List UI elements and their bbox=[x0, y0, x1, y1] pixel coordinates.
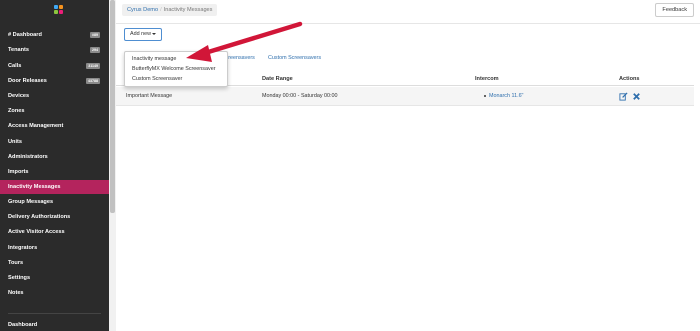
intercom-link[interactable]: Monarch 11.6" bbox=[489, 93, 523, 99]
sidebar-item[interactable]: Imports bbox=[0, 165, 109, 179]
sidebar-item[interactable]: Active Visitor Access bbox=[0, 225, 109, 239]
sidebar-item-label: Notes bbox=[8, 290, 24, 296]
sidebar-item-label: Door Releases bbox=[8, 78, 47, 84]
sidebar-item[interactable]: Administrators bbox=[0, 150, 109, 164]
sidebar-footer-dashboard[interactable]: Dashboard bbox=[0, 318, 109, 331]
add-new-dropdown-menu: Inactivity message ButterflyMX Welcome S… bbox=[124, 51, 228, 87]
tab-custom-screensavers[interactable]: Custom Screensavers bbox=[268, 55, 321, 61]
sidebar-item[interactable]: Integrators bbox=[0, 241, 109, 255]
sidebar-item-label: Zones bbox=[8, 108, 25, 114]
feedback-button[interactable]: Feedback bbox=[655, 3, 694, 17]
menu-item-inactivity-message[interactable]: Inactivity message bbox=[125, 54, 227, 64]
breadcrumb-separator: / bbox=[160, 7, 162, 13]
sidebar-item[interactable]: Access Management bbox=[0, 119, 109, 133]
sidebar-item[interactable]: Door Releases 43788 bbox=[0, 74, 109, 88]
caret-down-icon bbox=[151, 32, 156, 35]
sidebar-item[interactable]: Group Messages bbox=[0, 195, 109, 209]
sidebar-item[interactable]: Tenants 294 bbox=[0, 43, 109, 57]
table-row: Important Message Monday 00:00 - Saturda… bbox=[116, 87, 694, 106]
cell-intercom: Monarch 11.6" bbox=[484, 93, 523, 99]
sidebar-item-label: Delivery Authorizations bbox=[8, 214, 71, 220]
sidebar-item[interactable]: Tours bbox=[0, 256, 109, 270]
menu-item-butterflymx-welcome-screensaver[interactable]: ButterflyMX Welcome Screensaver bbox=[125, 64, 227, 74]
column-header-actions: Actions bbox=[619, 76, 640, 82]
sidebar-item-label: Administrators bbox=[8, 154, 48, 160]
sidebar-item[interactable]: Zones bbox=[0, 104, 109, 118]
count-badge: #89 bbox=[90, 32, 100, 38]
sidebar-item-label: Access Management bbox=[8, 123, 64, 129]
sidebar-item-label: Inactivity Messages bbox=[8, 184, 61, 190]
sidebar-scrollbar-thumb[interactable] bbox=[110, 0, 115, 213]
edit-icon[interactable] bbox=[619, 92, 628, 101]
sidebar-item-label: Integrators bbox=[8, 245, 38, 251]
breadcrumb-current: Inactivity Messages bbox=[163, 7, 213, 13]
add-new-button[interactable]: Add new bbox=[124, 28, 162, 41]
sidebar-item-label: Imports bbox=[8, 169, 29, 175]
count-badge: 31149 bbox=[86, 63, 100, 69]
delete-icon[interactable] bbox=[632, 92, 641, 101]
sidebar-item[interactable]: Calls 31149 bbox=[0, 59, 109, 73]
sidebar-item[interactable]: Inactivity Messages bbox=[0, 180, 109, 194]
cell-message: Important Message bbox=[126, 93, 173, 99]
add-new-label: Add new bbox=[130, 31, 151, 37]
bullet-icon bbox=[484, 94, 486, 97]
breadcrumb-root[interactable]: Cyrus Demo bbox=[127, 7, 158, 13]
sidebar-item-label: Settings bbox=[8, 275, 31, 281]
column-header-intercom: Intercom bbox=[475, 76, 499, 82]
count-badge: 294 bbox=[90, 47, 100, 53]
sidebar-item[interactable]: Devices bbox=[0, 89, 109, 103]
butterfly-logo-icon[interactable] bbox=[54, 5, 63, 14]
sidebar-item-label: Active Visitor Access bbox=[8, 229, 65, 235]
menu-item-custom-screensaver[interactable]: Custom Screensaver bbox=[125, 74, 227, 84]
sidebar: # Dashboard #89 Tenants 294 Calls 31149 Door R… bbox=[0, 0, 109, 331]
sidebar-item-label: Tenants bbox=[8, 47, 30, 53]
sidebar-item-label: Units bbox=[8, 139, 22, 145]
column-header-date-range: Date Range bbox=[262, 76, 293, 82]
sidebar-item-label: Tours bbox=[8, 260, 24, 266]
top-bar: Cyrus Demo / Inactivity Messages Feedback bbox=[116, 0, 700, 24]
sidebar-item[interactable]: Delivery Authorizations bbox=[0, 210, 109, 224]
count-badge: 43788 bbox=[86, 78, 100, 84]
sidebar-item-label: Group Messages bbox=[8, 199, 54, 205]
cell-date-range: Monday 00:00 - Saturday 00:00 bbox=[262, 93, 338, 99]
sidebar-item[interactable]: Settings bbox=[0, 271, 109, 285]
sidebar-item-label: Calls bbox=[8, 63, 22, 69]
breadcrumb: Cyrus Demo / Inactivity Messages bbox=[122, 4, 218, 16]
sidebar-item[interactable]: Units bbox=[0, 135, 109, 149]
sidebar-item-label: Devices bbox=[8, 93, 30, 99]
sidebar-item[interactable]: # Dashboard #89 bbox=[0, 28, 109, 42]
sidebar-item-label: # Dashboard bbox=[8, 32, 42, 38]
sidebar-item[interactable]: Notes bbox=[0, 286, 109, 300]
sidebar-divider bbox=[8, 313, 101, 314]
